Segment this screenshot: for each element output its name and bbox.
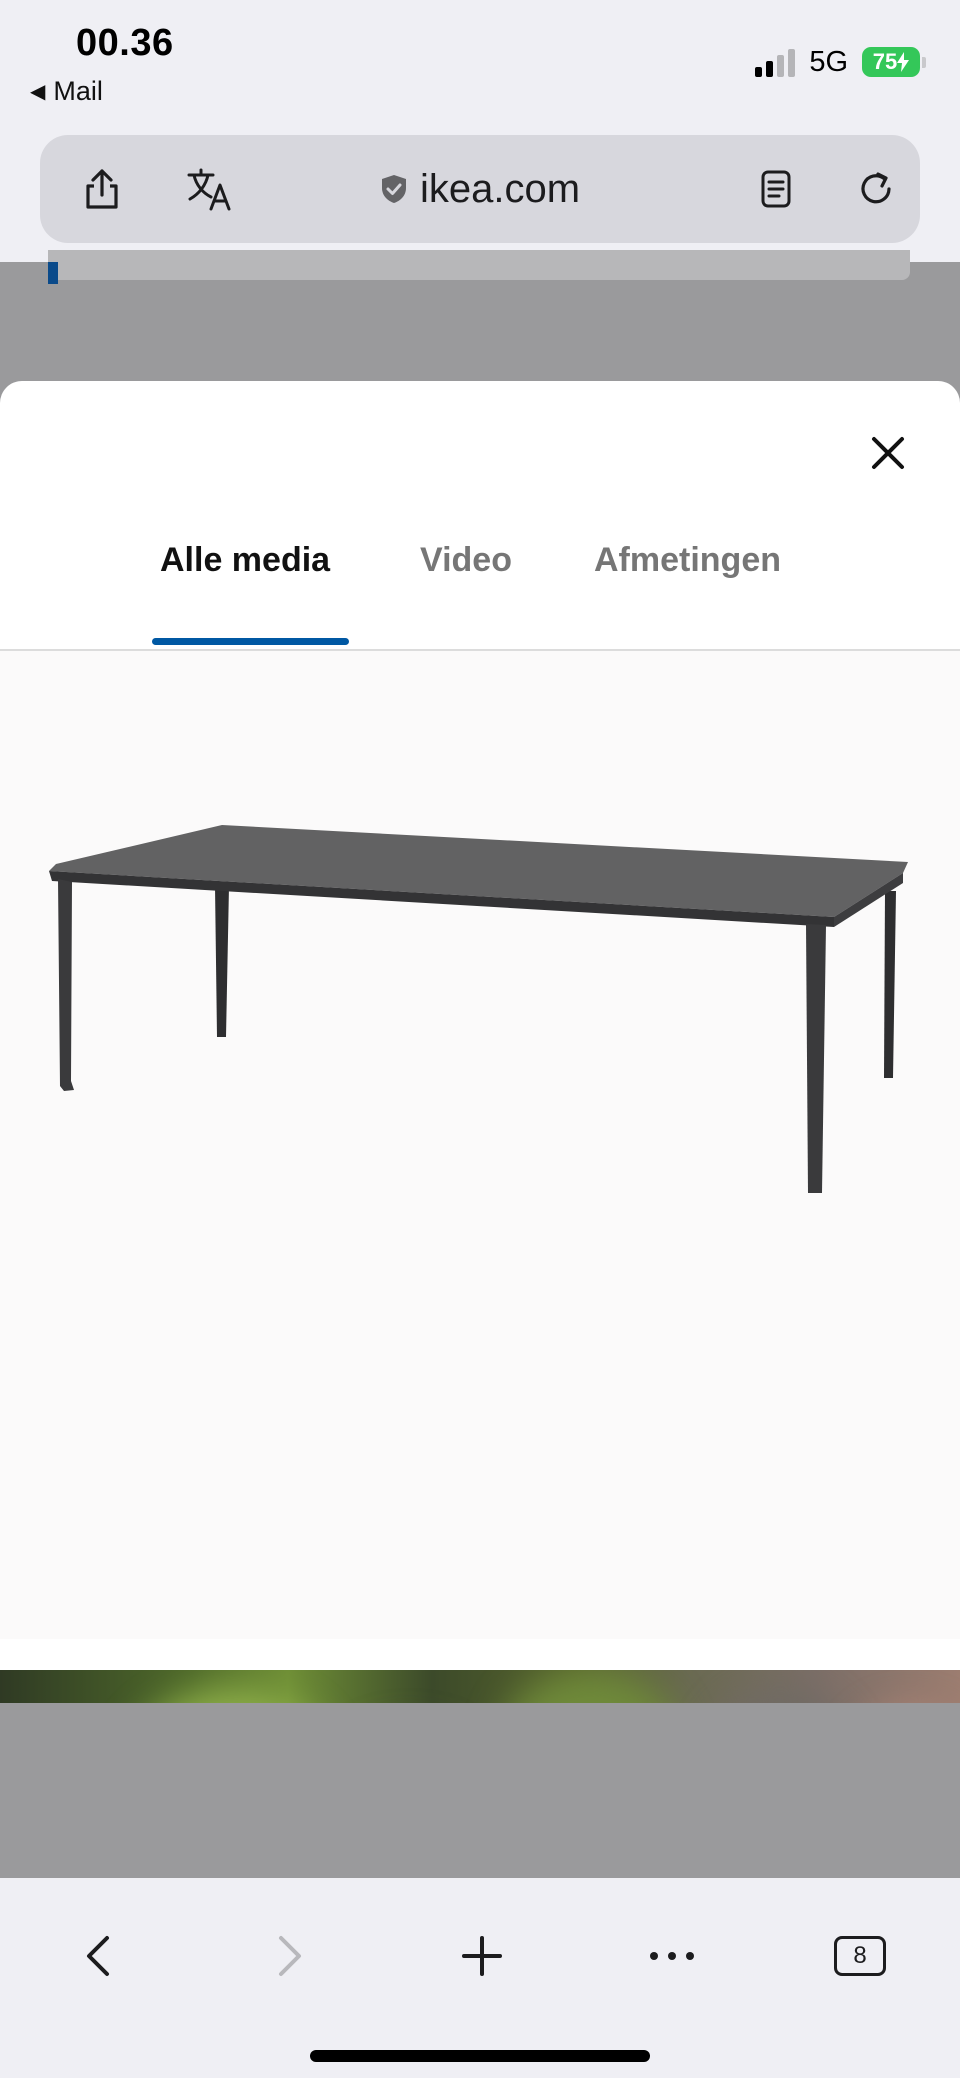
signal-icon	[755, 47, 796, 77]
active-tab-indicator	[152, 638, 349, 645]
battery-level: 75	[872, 49, 898, 74]
tabs-count: 8	[853, 1942, 867, 1969]
media-tabs: Alle media Video Afmetingen	[0, 531, 960, 651]
tab-alle-media[interactable]: Alle media	[160, 541, 330, 610]
background-page-edge	[48, 250, 910, 280]
tab-afmetingen[interactable]: Afmetingen	[594, 541, 781, 610]
product-image[interactable]	[0, 651, 960, 1639]
status-time: 00.36	[76, 22, 174, 64]
safari-toolbar: 8	[0, 1878, 960, 2078]
back-app-label: Mail	[53, 76, 103, 106]
tab-video[interactable]: Video	[420, 541, 512, 610]
close-icon	[872, 437, 904, 469]
battery-icon: 75	[862, 47, 926, 77]
more-icon	[650, 1952, 694, 1960]
lifestyle-photo[interactable]	[0, 1670, 960, 1703]
charging-bolt-icon	[897, 52, 910, 72]
media-modal: Alle media Video Afmetingen	[0, 381, 960, 1703]
plus-icon	[462, 1936, 502, 1976]
translate-icon[interactable]	[180, 159, 240, 219]
new-tab-button[interactable]	[442, 1916, 522, 1996]
tabs-button[interactable]: 8	[820, 1916, 900, 1996]
share-icon[interactable]	[72, 159, 132, 219]
back-icon	[87, 1936, 109, 1976]
back-button[interactable]	[58, 1916, 138, 1996]
forward-icon	[279, 1936, 301, 1976]
close-button[interactable]	[860, 425, 916, 481]
table-image	[49, 825, 908, 1193]
more-button[interactable]	[632, 1916, 712, 1996]
reload-icon[interactable]	[846, 159, 906, 219]
back-to-app[interactable]: ◀ Mail	[30, 76, 103, 107]
forward-button[interactable]	[250, 1916, 330, 1996]
background-page-accent	[48, 262, 58, 284]
network-type: 5G	[809, 45, 848, 78]
safari-top-chrome: 00.36 ◀ Mail 5G 75 ikea.com	[0, 0, 960, 262]
address-bar[interactable]: ikea.com	[40, 135, 920, 243]
url-text[interactable]: ikea.com	[420, 167, 580, 212]
home-indicator	[310, 2050, 650, 2062]
back-triangle-icon: ◀	[30, 81, 46, 103]
shield-icon	[381, 175, 406, 203]
status-indicators: 5G 75	[755, 44, 926, 80]
reader-icon[interactable]	[746, 159, 806, 219]
tabs-icon: 8	[834, 1936, 886, 1976]
